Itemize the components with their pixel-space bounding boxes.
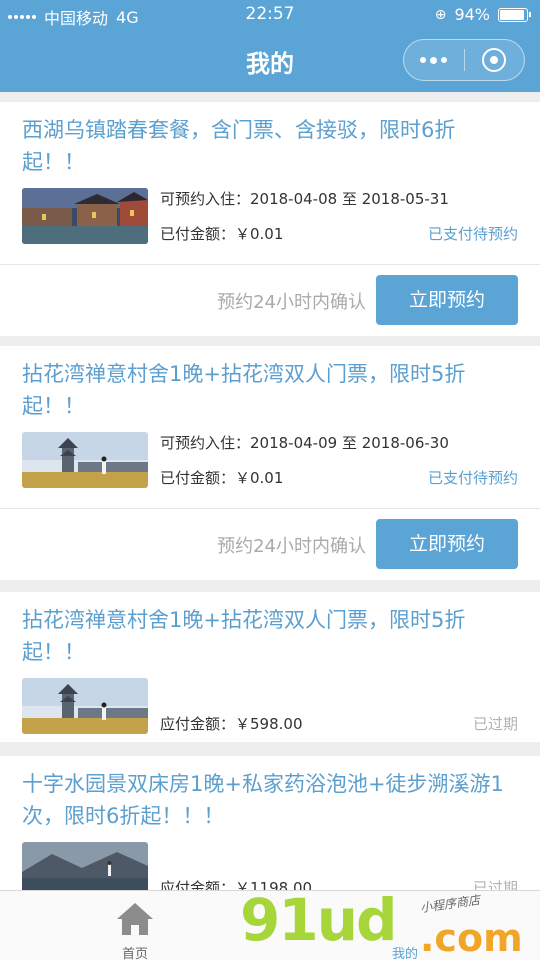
order-card: 拈花湾禅意村舍1晚+拈花湾双人门票，限时5折起！！ 可预约入住：2018-04-… bbox=[0, 346, 540, 580]
booking-date-range: 可预约入住：2018-04-08 至 2018-05-31 bbox=[160, 190, 449, 208]
confirm-hint: 预约24小时内确认 bbox=[217, 536, 366, 557]
paid-amount: 已付金额：￥0.01 bbox=[160, 469, 284, 487]
order-title[interactable]: 西湖乌镇踏春套餐，含门票、含接驳，限时6折起！！ bbox=[22, 114, 512, 178]
watermark-brand: 91ud bbox=[240, 886, 398, 954]
book-now-button[interactable]: 立即预约 bbox=[376, 519, 518, 569]
navigation-bar: 我的 bbox=[0, 30, 540, 92]
card-divider bbox=[0, 264, 540, 265]
orientation-lock-icon: ⊕ bbox=[434, 6, 447, 23]
target-icon bbox=[482, 48, 507, 72]
order-title[interactable]: 拈花湾禅意村舍1晚+拈花湾双人门票，限时5折起！！ bbox=[22, 604, 512, 668]
order-thumbnail-nianhuawan[interactable] bbox=[22, 432, 148, 488]
order-status: 已过期 bbox=[472, 879, 518, 890]
order-card: 西湖乌镇踏春套餐，含门票、含接驳，限时6折起！！ 可预约入住：2018-04-0… bbox=[0, 102, 540, 336]
confirm-hint: 预约24小时内确认 bbox=[217, 292, 366, 313]
more-menu-button[interactable] bbox=[404, 40, 464, 80]
order-thumbnail-wuzhen[interactable] bbox=[22, 188, 148, 244]
order-title[interactable]: 拈花湾禅意村舍1晚+拈花湾双人门票，限时5折起！！ bbox=[22, 358, 512, 422]
booking-date-range: 可预约入住：2018-04-09 至 2018-06-30 bbox=[160, 434, 449, 452]
order-card: 十字水园景双床房1晚+私家药浴泡池+徒步溯溪游1次，限时6折起！！！ 应付金额：… bbox=[0, 756, 540, 890]
order-status: 已过期 bbox=[472, 715, 518, 733]
tab-home[interactable]: 首页 bbox=[75, 891, 195, 960]
order-card: 拈花湾禅意村舍1晚+拈花湾双人门票，限时5折起！！ 应付金额：￥598.00 已… bbox=[0, 592, 540, 742]
order-title[interactable]: 十字水园景双床房1晚+私家药浴泡池+徒步溯溪游1次，限时6折起！！！ bbox=[22, 768, 512, 832]
order-status: 已支付待预约 bbox=[427, 469, 518, 487]
payable-amount: 应付金额：￥598.00 bbox=[160, 715, 303, 733]
book-now-button[interactable]: 立即预约 bbox=[376, 275, 518, 325]
home-icon bbox=[117, 903, 153, 935]
card-divider bbox=[0, 508, 540, 509]
miniprogram-capsule bbox=[403, 39, 525, 81]
close-miniprogram-button[interactable] bbox=[464, 40, 524, 80]
order-thumbnail-nianhuawan[interactable] bbox=[22, 678, 148, 734]
watermark-domain: .com bbox=[420, 916, 523, 960]
tab-home-label: 首页 bbox=[121, 947, 148, 960]
paid-amount: 已付金额：￥0.01 bbox=[160, 225, 284, 243]
status-bar: 中国移动 4G 22:57 ⊕ 94% bbox=[0, 0, 540, 30]
battery-fill bbox=[500, 9, 524, 20]
order-thumbnail-shizishui[interactable] bbox=[22, 842, 148, 890]
order-status: 已支付待预约 bbox=[427, 225, 518, 243]
battery-icon bbox=[498, 7, 531, 22]
battery-percent: 94% bbox=[454, 5, 490, 24]
